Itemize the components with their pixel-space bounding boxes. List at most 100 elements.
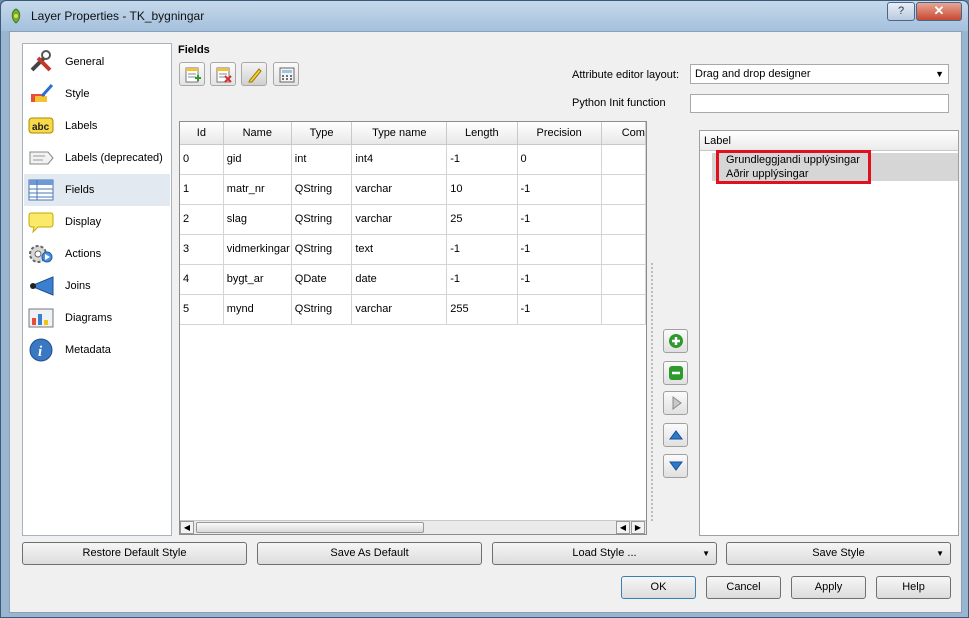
- move-down-button[interactable]: [663, 454, 688, 478]
- remove-item-button[interactable]: [663, 361, 688, 385]
- cell-type-name[interactable]: varchar: [351, 204, 448, 235]
- scrollbar-thumb[interactable]: [196, 522, 424, 533]
- cell-comment[interactable]: [601, 174, 646, 205]
- add-container-button[interactable]: [663, 329, 688, 353]
- sidebar-item-diagrams[interactable]: Diagrams: [24, 302, 170, 334]
- column-header-type[interactable]: Type: [291, 122, 353, 145]
- cell-length[interactable]: -1: [446, 234, 518, 265]
- apply-button[interactable]: Apply: [791, 576, 866, 599]
- cell-id[interactable]: 0: [180, 144, 224, 175]
- horizontal-scrollbar[interactable]: ◀ ◀ ▶: [180, 520, 646, 534]
- designer-tree[interactable]: Label Grundleggjandi upplýsingar Aðrir u…: [699, 130, 959, 536]
- title-bar[interactable]: Layer Properties - TK_bygningar ? ✕: [1, 1, 968, 31]
- column-header-length[interactable]: Length: [446, 122, 518, 145]
- splitter-handle[interactable]: [650, 262, 654, 522]
- table-icon: [28, 179, 54, 201]
- table-row[interactable]: 1 matr_nr QString varchar 10 -1: [180, 174, 646, 205]
- table-row[interactable]: 2 slag QString varchar 25 -1: [180, 204, 646, 235]
- scroll-right-icon[interactable]: ▶: [631, 521, 645, 534]
- cell-type-name[interactable]: varchar: [351, 294, 448, 325]
- ok-button[interactable]: OK: [621, 576, 696, 599]
- sidebar-item-style[interactable]: Style: [24, 78, 170, 110]
- cell-length[interactable]: 255: [446, 294, 518, 325]
- toggle-editing-button[interactable]: [241, 62, 267, 86]
- help-title-button[interactable]: ?: [887, 2, 915, 21]
- sidebar-item-metadata[interactable]: i Metadata: [24, 334, 170, 366]
- cell-precision[interactable]: -1: [517, 234, 602, 265]
- cell-name[interactable]: matr_nr: [223, 174, 292, 205]
- cell-precision[interactable]: -1: [517, 174, 602, 205]
- cell-comment[interactable]: [601, 234, 646, 265]
- cell-length[interactable]: -1: [446, 264, 518, 295]
- close-button[interactable]: ✕: [916, 2, 962, 21]
- python-init-input[interactable]: [690, 94, 949, 113]
- cell-comment[interactable]: [601, 264, 646, 295]
- cell-id[interactable]: 5: [180, 294, 224, 325]
- fields-table[interactable]: Id Name Type Type name Length Precision …: [179, 121, 647, 535]
- move-up-button[interactable]: [663, 423, 688, 447]
- scroll-left-icon[interactable]: ◀: [180, 521, 194, 534]
- save-style-button[interactable]: Save Style ▼: [726, 542, 951, 565]
- cancel-button[interactable]: Cancel: [706, 576, 781, 599]
- cell-type-name[interactable]: varchar: [351, 174, 448, 205]
- speech-bubble-icon: [28, 212, 54, 234]
- cell-length[interactable]: 10: [446, 174, 518, 205]
- cell-type-name[interactable]: text: [351, 234, 448, 265]
- tools-icon: [30, 50, 52, 72]
- cell-precision[interactable]: 0: [517, 144, 602, 175]
- sidebar-item-labels[interactable]: abc Labels: [24, 110, 170, 142]
- cell-length[interactable]: -1: [446, 144, 518, 175]
- cell-comment[interactable]: [601, 144, 646, 175]
- cell-name[interactable]: mynd: [223, 294, 292, 325]
- sidebar-item-display[interactable]: Display: [24, 206, 170, 238]
- cell-name[interactable]: gid: [223, 144, 292, 175]
- cell-name[interactable]: bygt_ar: [223, 264, 292, 295]
- cell-id[interactable]: 4: [180, 264, 224, 295]
- cell-id[interactable]: 3: [180, 234, 224, 265]
- cell-type-name[interactable]: date: [351, 264, 448, 295]
- cell-type[interactable]: QString: [291, 204, 353, 235]
- cell-name[interactable]: vidmerkingar: [223, 234, 292, 265]
- cell-id[interactable]: 2: [180, 204, 224, 235]
- field-calculator-button[interactable]: [273, 62, 299, 86]
- new-field-button[interactable]: [179, 62, 205, 86]
- sidebar-item-actions[interactable]: Actions: [24, 238, 170, 270]
- cell-precision[interactable]: -1: [517, 264, 602, 295]
- table-row[interactable]: 5 mynd QString varchar 255 -1: [180, 294, 646, 325]
- cell-type[interactable]: QDate: [291, 264, 353, 295]
- load-style-button[interactable]: Load Style ... ▼: [492, 542, 717, 565]
- delete-field-button[interactable]: [210, 62, 236, 86]
- cell-precision[interactable]: -1: [517, 294, 602, 325]
- move-right-button[interactable]: [663, 391, 688, 415]
- sidebar-item-label: Joins: [65, 280, 91, 292]
- table-row[interactable]: 0 gid int int4 -1 0: [180, 144, 646, 175]
- sidebar-item-labels-deprecated[interactable]: Labels (deprecated): [24, 142, 170, 174]
- save-as-default-button[interactable]: Save As Default: [257, 542, 482, 565]
- column-header-id[interactable]: Id: [180, 122, 224, 145]
- cell-comment[interactable]: [601, 204, 646, 235]
- table-row[interactable]: 4 bygt_ar QDate date -1 -1: [180, 264, 646, 295]
- sidebar-item-fields[interactable]: Fields: [24, 174, 170, 206]
- restore-default-style-button[interactable]: Restore Default Style: [22, 542, 247, 565]
- column-header-comment[interactable]: Com: [601, 122, 646, 145]
- scroll-left-end-icon[interactable]: ◀: [616, 521, 630, 534]
- sidebar-item-joins[interactable]: Joins: [24, 270, 170, 302]
- column-header-precision[interactable]: Precision: [517, 122, 602, 145]
- cell-type[interactable]: QString: [291, 174, 353, 205]
- sidebar-item-general[interactable]: General: [24, 46, 170, 78]
- column-header-name[interactable]: Name: [223, 122, 292, 145]
- attribute-editor-layout-combo[interactable]: Drag and drop designer ▼: [690, 64, 949, 84]
- cell-precision[interactable]: -1: [517, 204, 602, 235]
- column-header-type-name[interactable]: Type name: [351, 122, 448, 145]
- cell-length[interactable]: 25: [446, 204, 518, 235]
- cell-type-name[interactable]: int4: [351, 144, 448, 175]
- move-down-icon: [669, 461, 683, 471]
- table-row[interactable]: 3 vidmerkingar QString text -1 -1: [180, 234, 646, 265]
- cell-type[interactable]: QString: [291, 234, 353, 265]
- cell-comment[interactable]: [601, 294, 646, 325]
- cell-type[interactable]: QString: [291, 294, 353, 325]
- cell-type[interactable]: int: [291, 144, 353, 175]
- cell-name[interactable]: slag: [223, 204, 292, 235]
- cell-id[interactable]: 1: [180, 174, 224, 205]
- help-button[interactable]: Help: [876, 576, 951, 599]
